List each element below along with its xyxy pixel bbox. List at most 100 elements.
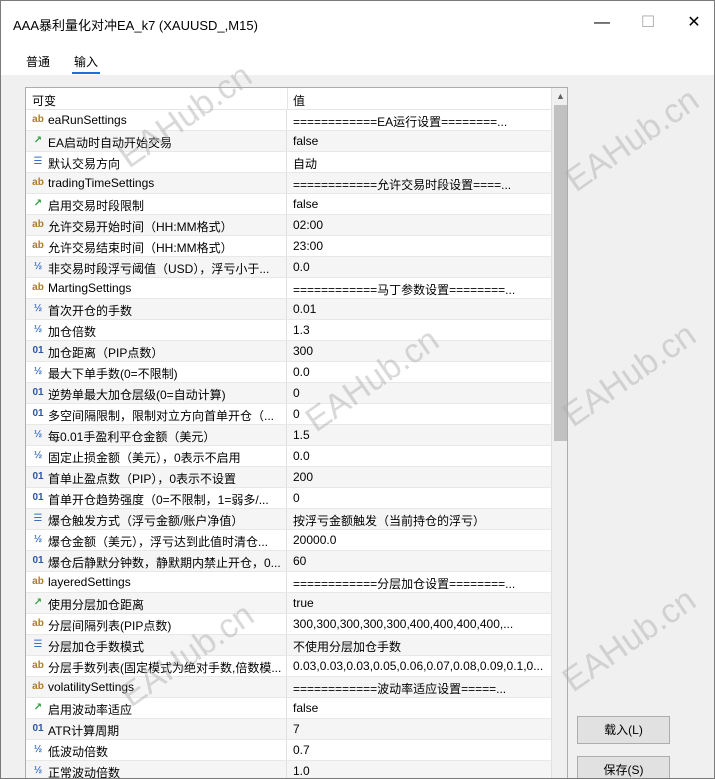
value-cell[interactable]: 60 [288, 551, 551, 571]
value-cell[interactable]: 0.01 [288, 299, 551, 319]
variable-value[interactable]: false [293, 134, 547, 148]
variable-value[interactable]: 0 [293, 386, 547, 400]
variable-cell[interactable]: 01 多空间隔限制，限制对立方向首单开仓（... [26, 404, 287, 424]
save-button[interactable]: 保存(S) [577, 756, 670, 778]
minimize-button[interactable]: — [587, 11, 617, 35]
variable-value[interactable]: 0 [293, 407, 547, 421]
variable-value[interactable]: 0.0 [293, 449, 547, 463]
variable-cell[interactable]: 01 加仓距离（PIP点数） [26, 341, 287, 361]
value-cell[interactable]: ============马丁参数设置========... [288, 278, 551, 298]
variable-cell[interactable]: ½ 爆仓金额（美元），浮亏达到此值时清仓... [26, 530, 287, 550]
variable-cell[interactable]: ½ 每0.01手盈利平仓金额（美元） [26, 425, 287, 445]
close-button[interactable]: ✕ [679, 11, 709, 35]
table-row[interactable]: ab 允许交易结束时间（HH:MM格式） 23:00 [26, 236, 551, 257]
variable-cell[interactable]: ½ 最大下单手数(0=不限制) [26, 362, 287, 382]
variable-value[interactable]: 23:00 [293, 239, 547, 253]
variable-value[interactable]: 02:00 [293, 218, 547, 232]
variable-value[interactable]: 1.0 [293, 764, 547, 778]
table-row[interactable]: ab layeredSettings ============分层加仓设置=====… [26, 572, 551, 593]
value-cell[interactable]: 1.5 [288, 425, 551, 445]
variable-value[interactable]: 1.5 [293, 428, 547, 442]
variable-cell[interactable]: ab 允许交易结束时间（HH:MM格式） [26, 236, 287, 256]
value-cell[interactable]: 0.0 [288, 362, 551, 382]
table-row[interactable]: ½ 最大下单手数(0=不限制) 0.0 [26, 362, 551, 383]
value-cell[interactable]: 0 [288, 404, 551, 424]
variable-cell[interactable]: ½ 正常波动倍数 [26, 761, 287, 778]
table-row[interactable]: 01 首单开仓趋势强度（0=不限制，1=弱多/... 0 [26, 488, 551, 509]
variable-cell[interactable]: 01 首单止盈点数（PIP），0表示不设置 [26, 467, 287, 487]
table-row[interactable]: ☰ 爆仓触发方式（浮亏金额/账户净值） 按浮亏金额触发（当前持仓的浮亏） [26, 509, 551, 530]
value-cell[interactable]: 不使用分层加仓手数 [288, 635, 551, 655]
variable-value[interactable]: 自动 [293, 155, 547, 172]
variable-value[interactable]: ============马丁参数设置========... [293, 281, 547, 298]
value-cell[interactable]: 02:00 [288, 215, 551, 235]
variable-value[interactable]: 0.01 [293, 302, 547, 316]
table-row[interactable]: ↗ 使用分层加仓距离 true [26, 593, 551, 614]
value-cell[interactable]: 300 [288, 341, 551, 361]
variable-cell[interactable]: ½ 非交易时段浮亏阈值（USD），浮亏小于... [26, 257, 287, 277]
table-row[interactable]: ½ 正常波动倍数 1.0 [26, 761, 551, 778]
table-row[interactable]: ☰ 默认交易方向 自动 [26, 152, 551, 173]
variable-value[interactable]: 7 [293, 722, 547, 736]
column-divider[interactable] [287, 88, 288, 110]
table-row[interactable]: ↗ EA启动时自动开始交易 false [26, 131, 551, 152]
variable-cell[interactable]: ½ 低波动倍数 [26, 740, 287, 760]
variable-value[interactable]: ============允许交易时段设置====... [293, 176, 547, 193]
table-row[interactable]: 01 ATR计算周期 7 [26, 719, 551, 740]
tab-general[interactable]: 普通 [26, 53, 50, 70]
variable-cell[interactable]: ↗ 启用波动率适应 [26, 698, 287, 718]
scroll-up-arrow-icon[interactable]: ▲ [552, 88, 567, 105]
variable-cell[interactable]: ab layeredSettings [26, 572, 287, 592]
variable-cell[interactable]: ↗ EA启动时自动开始交易 [26, 131, 287, 151]
table-row[interactable]: ab 允许交易开始时间（HH:MM格式） 02:00 [26, 215, 551, 236]
table-row[interactable]: ↗ 启用交易时段限制 false [26, 194, 551, 215]
value-cell[interactable]: false [288, 131, 551, 151]
variable-cell[interactable]: ½ 加仓倍数 [26, 320, 287, 340]
value-cell[interactable]: 7 [288, 719, 551, 739]
variable-cell[interactable]: ab 分层间隔列表(PIP点数) [26, 614, 287, 634]
variable-value[interactable]: 不使用分层加仓手数 [293, 638, 547, 655]
variable-cell[interactable]: ☰ 默认交易方向 [26, 152, 287, 172]
value-cell[interactable]: true [288, 593, 551, 613]
table-row[interactable]: ½ 加仓倍数 1.3 [26, 320, 551, 341]
variable-value[interactable]: 60 [293, 554, 547, 568]
variable-value[interactable]: ============波动率适应设置=====... [293, 680, 547, 697]
table-row[interactable]: ½ 固定止损金额（美元），0表示不启用 0.0 [26, 446, 551, 467]
variable-value[interactable]: ============EA运行设置========... [293, 113, 547, 130]
variable-value[interactable]: 0.0 [293, 260, 547, 274]
table-row[interactable]: 01 逆势单最大加仓层级(0=自动计算) 0 [26, 383, 551, 404]
value-cell[interactable]: ============EA运行设置========... [288, 110, 551, 130]
value-cell[interactable]: 自动 [288, 152, 551, 172]
table-row[interactable]: ½ 低波动倍数 0.7 [26, 740, 551, 761]
value-cell[interactable]: 1.0 [288, 761, 551, 778]
value-cell[interactable]: 0 [288, 488, 551, 508]
value-cell[interactable]: 0.7 [288, 740, 551, 760]
tab-inputs[interactable]: 输入 [74, 53, 98, 70]
variable-value[interactable]: false [293, 197, 547, 211]
table-row[interactable]: ab eaRunSettings ============EA运行设置=======… [26, 110, 551, 131]
value-cell[interactable]: false [288, 194, 551, 214]
table-row[interactable]: ½ 每0.01手盈利平仓金额（美元） 1.5 [26, 425, 551, 446]
value-cell[interactable]: 按浮亏金额触发（当前持仓的浮亏） [288, 509, 551, 529]
variable-cell[interactable]: ☰ 分层加仓手数模式 [26, 635, 287, 655]
maximize-button[interactable]: ☐ [633, 11, 663, 35]
value-cell[interactable]: 23:00 [288, 236, 551, 256]
table-row[interactable]: ab tradingTimeSettings ============允许交易时段设… [26, 173, 551, 194]
variable-cell[interactable]: ab 分层手数列表(固定模式为绝对手数,倍数模... [26, 656, 287, 676]
table-row[interactable]: ½ 非交易时段浮亏阈值（USD），浮亏小于... 0.0 [26, 257, 551, 278]
variable-cell[interactable]: ½ 首次开仓的手数 [26, 299, 287, 319]
variable-cell[interactable]: ab tradingTimeSettings [26, 173, 287, 193]
variable-value[interactable]: 200 [293, 470, 547, 484]
vertical-scrollbar[interactable]: ▲ [551, 88, 567, 778]
table-row[interactable]: 01 爆仓后静默分钟数，静默期内禁止开仓，0... 60 [26, 551, 551, 572]
variable-value[interactable]: 1.3 [293, 323, 547, 337]
variable-cell[interactable]: ☰ 爆仓触发方式（浮亏金额/账户净值） [26, 509, 287, 529]
variable-cell[interactable]: 01 逆势单最大加仓层级(0=自动计算) [26, 383, 287, 403]
scrollbar-thumb[interactable] [554, 105, 567, 441]
table-row[interactable]: ↗ 启用波动率适应 false [26, 698, 551, 719]
variable-cell[interactable]: 01 首单开仓趋势强度（0=不限制，1=弱多/... [26, 488, 287, 508]
table-row[interactable]: ½ 爆仓金额（美元），浮亏达到此值时清仓... 20000.0 [26, 530, 551, 551]
value-cell[interactable]: 1.3 [288, 320, 551, 340]
value-cell[interactable]: false [288, 698, 551, 718]
value-cell[interactable]: ============允许交易时段设置====... [288, 173, 551, 193]
